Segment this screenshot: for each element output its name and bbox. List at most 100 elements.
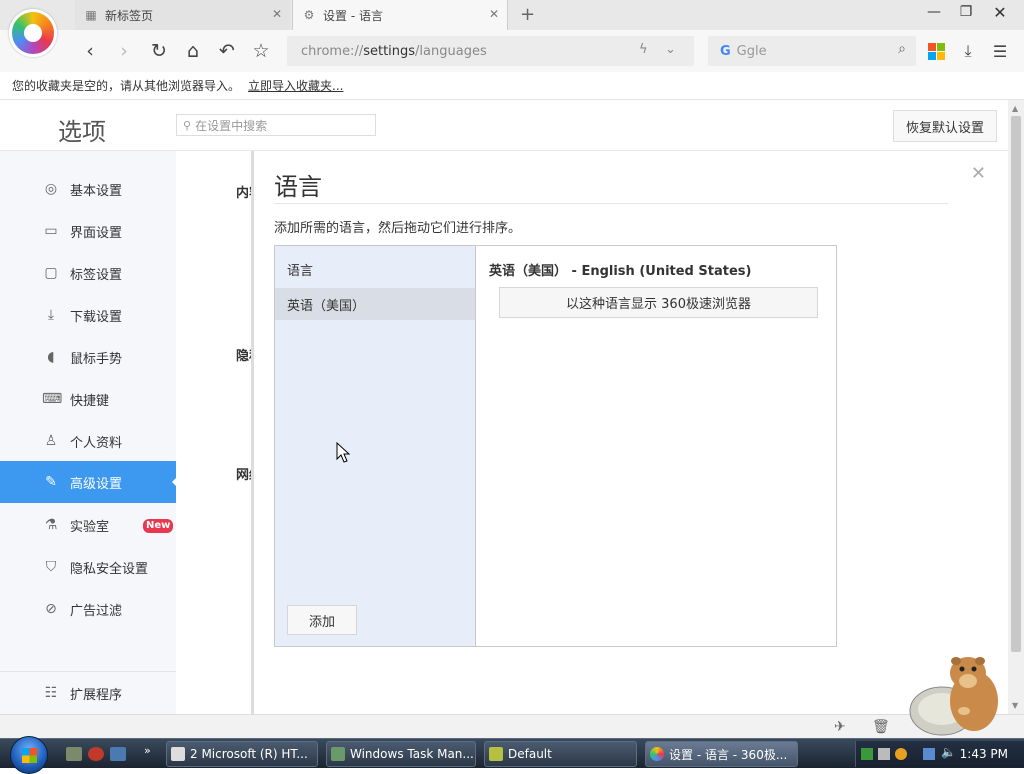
forward-icon[interactable]: › [112, 39, 136, 63]
taskbar-item-label: 2 Microsoft (R) HT... [190, 747, 308, 761]
settings-search-input[interactable]: ⚲ 在设置中搜索 [176, 114, 376, 136]
flask-icon: ⚗ [44, 517, 58, 533]
mouse-cursor-icon [336, 442, 351, 463]
windows-taskbar: » 2 Microsoft (R) HT... Windows Task Man… [0, 736, 1024, 774]
quicklaunch-desktop-icon[interactable] [66, 747, 82, 761]
volume-icon[interactable]: 🔈 [941, 745, 956, 759]
sidebar-item-privacy[interactable]: ⛉ 隐私安全设置 [0, 546, 176, 588]
settings-page: 选项 ⚲ 在设置中搜索 恢复默认设置 ◎ 基本设置 ▭ 界面设置 ▢ 标签设置 … [0, 100, 1008, 714]
wrench-icon: ✎ [45, 474, 57, 490]
new-tab-button[interactable]: + [520, 4, 535, 25]
gear-icon: ◎ [44, 181, 58, 197]
taskbar-item-task-manager[interactable]: Windows Task Man... [326, 741, 476, 767]
close-icon[interactable]: ✕ [971, 163, 986, 184]
language-list-item[interactable]: 英语（美国） [275, 288, 475, 320]
lightning-icon[interactable]: ϟ [639, 42, 648, 57]
page-scrollbar[interactable]: ▲ ▼ [1008, 100, 1024, 714]
sidebar-item-label: 高级设置 [70, 476, 123, 492]
taskbar-item-browser[interactable]: 设置 - 语言 - 360极... [645, 741, 798, 767]
add-language-button[interactable]: 添加 [287, 605, 357, 635]
taskbar-item-cmd[interactable]: 2 Microsoft (R) HT... [166, 741, 318, 767]
sidebar-item-profile[interactable]: ♙ 个人资料 [0, 420, 176, 462]
sidebar-item-label: 实验室 [70, 519, 110, 535]
window-icon: ▭ [44, 223, 58, 239]
sidebar-item-lab[interactable]: ⚗ 实验室 New [0, 504, 176, 546]
sidebar-item-label: 扩展程序 [70, 687, 123, 703]
undo-icon[interactable]: ↶ [215, 39, 239, 63]
dialog-description: 添加所需的语言，然后拖动它们进行排序。 [274, 221, 522, 236]
search-engine-icon[interactable]: G [720, 44, 731, 59]
quicklaunch-monitor-icon[interactable] [110, 747, 126, 761]
start-button[interactable] [10, 736, 48, 774]
sidebar-item-adblock[interactable]: ⊘ 广告过滤 [0, 588, 176, 630]
tab-new-tab[interactable]: ▦ 新标签页 ✕ [75, 0, 290, 30]
sidebar-item-download[interactable]: ⤓ 下载设置 [0, 294, 176, 336]
search-icon[interactable]: ⌕ [898, 41, 906, 57]
browser-icon [650, 747, 664, 761]
search-box[interactable]: G Ggle ⌕ [708, 36, 916, 66]
search-icon: ⚲ [183, 118, 192, 132]
sidebar-item-label: 快捷键 [70, 393, 110, 409]
sidebar-item-label: 界面设置 [70, 225, 123, 241]
apps-icon[interactable] [926, 41, 946, 61]
sidebar-item-tabs[interactable]: ▢ 标签设置 [0, 252, 176, 294]
sidebar-item-shortcuts[interactable]: ⌨ 快捷键 [0, 378, 176, 420]
sidebar-item-extensions[interactable]: ☷ 扩展程序 [0, 672, 176, 714]
page-title: 选项 [58, 118, 106, 146]
scroll-up-icon[interactable]: ▲ [1012, 104, 1018, 113]
address-text: chrome://settings/languages [301, 43, 487, 59]
taskbar-item-label: Windows Task Man... [350, 747, 474, 761]
reload-icon[interactable]: ↻ [147, 39, 171, 63]
quicklaunch-expand-icon[interactable]: » [144, 744, 151, 757]
menu-icon[interactable]: ☰ [990, 41, 1010, 61]
network-icon[interactable] [923, 748, 935, 760]
close-window-button[interactable]: ✕ [988, 3, 1012, 22]
user-icon: ♙ [44, 433, 58, 449]
scroll-down-icon[interactable]: ▼ [1012, 701, 1018, 710]
scrollbar-thumb[interactable] [1011, 116, 1021, 652]
taskbar-item-default[interactable]: Default [484, 741, 637, 767]
display-in-language-button[interactable]: 以这种语言显示 360极速浏览器 [499, 287, 818, 318]
rocket-icon[interactable]: ✈ [834, 719, 846, 735]
sidebar-item-advanced[interactable]: ✎ 高级设置 [0, 461, 177, 503]
quicklaunch-app-icon[interactable] [88, 747, 104, 761]
download-icon[interactable]: ⤓ [958, 41, 978, 61]
import-bookmarks-link[interactable]: 立即导入收藏夹... [248, 77, 343, 94]
settings-sidebar: ◎ 基本设置 ▭ 界面设置 ▢ 标签设置 ⤓ 下载设置 ◖ 鼠标手势 ⌨ 快捷键… [0, 151, 177, 714]
tray-green-icon[interactable] [861, 748, 873, 760]
address-bar[interactable]: chrome://settings/languages ϟ ⌄ [287, 36, 694, 66]
language-list: 语言 英语（美国） 添加 [275, 246, 476, 646]
task-manager-icon [331, 747, 345, 761]
tray-search-icon[interactable] [895, 748, 907, 760]
system-tray: 🔈 1:43 PM [855, 741, 1024, 767]
sidebar-item-basic[interactable]: ◎ 基本设置 [0, 168, 176, 210]
section-heading-content: 内容 [236, 186, 252, 201]
minimize-button[interactable]: — [922, 4, 946, 20]
home-icon[interactable]: ⌂ [181, 39, 205, 63]
restore-window-button[interactable]: ❐ [954, 4, 978, 20]
chevron-down-icon[interactable]: ⌄ [665, 42, 676, 57]
close-tab-icon[interactable]: ✕ [489, 7, 499, 21]
back-icon[interactable]: ‹ [78, 39, 102, 63]
sidebar-item-label: 标签设置 [70, 267, 123, 283]
search-input[interactable]: Ggle [737, 44, 767, 59]
keyboard-icon: ⌨ [42, 391, 63, 407]
trash-icon[interactable]: 🗑 [872, 719, 890, 735]
restore-defaults-button[interactable]: 恢复默认设置 [893, 110, 997, 142]
mouse-icon: ◖ [47, 349, 55, 365]
browser-logo[interactable] [9, 9, 57, 57]
tab-settings-language[interactable]: ⚙ 设置 - 语言 ✕ [292, 0, 508, 30]
sidebar-item-interface[interactable]: ▭ 界面设置 [0, 210, 176, 252]
tray-tool-icon[interactable] [878, 748, 890, 760]
status-bar: ✈ 🗑 [0, 714, 1024, 738]
language-dialog: 语言 ✕ 添加所需的语言，然后拖动它们进行排序。 语言 英语（美国） 添加 英语… [251, 151, 1008, 714]
search-placeholder: 在设置中搜索 [195, 118, 268, 133]
close-tab-icon[interactable]: ✕ [272, 7, 282, 21]
star-icon[interactable]: ☆ [249, 39, 273, 63]
block-icon: ⊘ [45, 601, 57, 617]
sidebar-item-mouse-gestures[interactable]: ◖ 鼠标手势 [0, 336, 176, 378]
sidebar-item-label: 广告过滤 [70, 603, 123, 619]
tab-label: 设置 - 语言 [323, 8, 383, 23]
tab-label: 新标签页 [105, 8, 154, 23]
clock[interactable]: 1:43 PM [960, 747, 1008, 761]
